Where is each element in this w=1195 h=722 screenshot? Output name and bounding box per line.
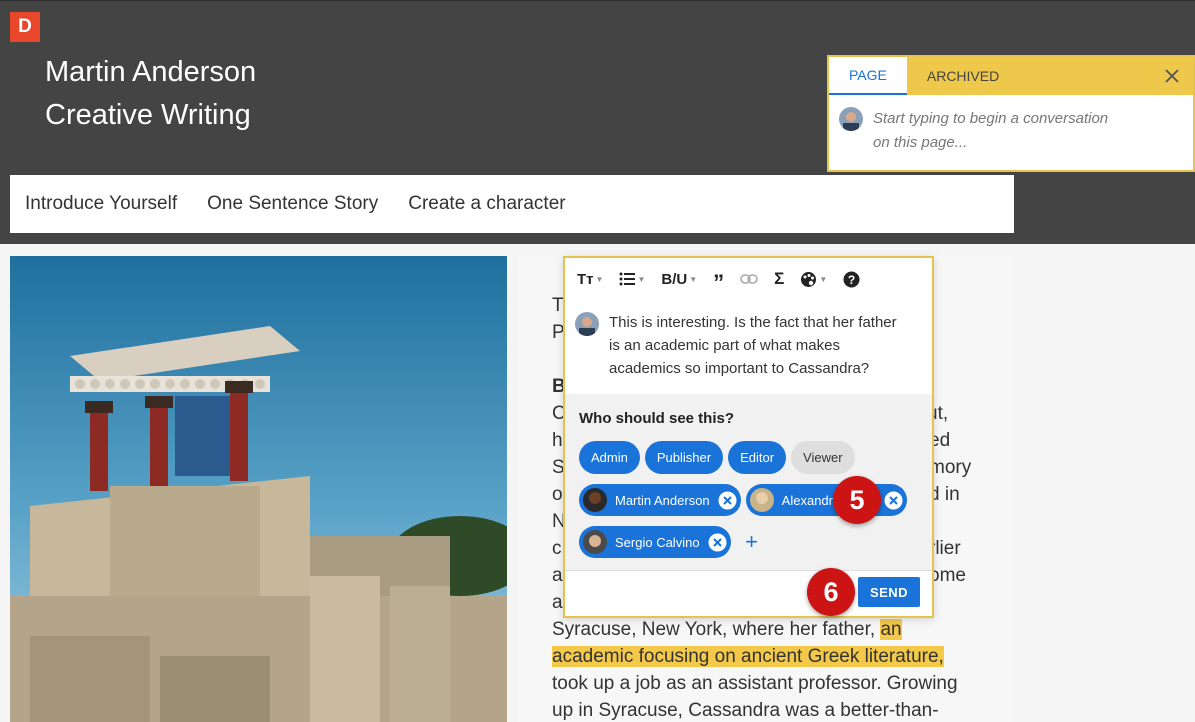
step-badge-5: 5: [833, 476, 881, 524]
role-chip-admin[interactable]: Admin: [579, 441, 640, 474]
link-icon[interactable]: [740, 267, 758, 291]
conversation-prompt[interactable]: Start typing to begin a conversation on …: [873, 107, 1108, 155]
remove-icon[interactable]: [884, 491, 903, 510]
commenter-avatar: [575, 312, 599, 336]
editor-toolbar: Tт ▼ ▼ B/U ▼ ” Σ ▼ ?: [565, 258, 932, 300]
nav-item-create-a-character[interactable]: Create a character: [408, 193, 565, 215]
svg-text:?: ?: [848, 273, 855, 287]
comment: This is interesting. Is the fact that he…: [565, 300, 932, 394]
comment-line: is an academic part of what makes: [609, 337, 840, 354]
role-chips: Admin Publisher Editor Viewer: [579, 441, 918, 474]
prompt-line: Start typing to begin a conversation: [873, 110, 1109, 127]
person-avatar: [583, 530, 607, 554]
nav-item-one-sentence-story[interactable]: One Sentence Story: [207, 193, 378, 215]
person-chip[interactable]: Sergio Calvino: [579, 526, 731, 558]
add-person-icon[interactable]: +: [736, 526, 768, 558]
conversation-panel: PAGE ARCHIVED Start typing to begin a co…: [827, 55, 1195, 172]
panel-tabs: PAGE ARCHIVED: [829, 57, 1193, 95]
bold-underline-icon[interactable]: B/U ▼: [661, 267, 697, 291]
panel-body: Start typing to begin a conversation on …: [829, 95, 1193, 167]
person-avatar: [749, 488, 774, 512]
person-chip[interactable]: Martin Anderson: [579, 484, 741, 516]
send-button[interactable]: SEND: [858, 577, 920, 607]
site-title-name: Martin Anderson: [45, 56, 257, 88]
palette-icon[interactable]: ▼: [800, 267, 827, 291]
site-title-course: Creative Writing: [45, 99, 251, 131]
step-badge-6: 6: [807, 568, 855, 616]
highlighted-text[interactable]: academic focusing on ancient Greek liter…: [552, 646, 944, 667]
logo[interactable]: D: [10, 12, 40, 42]
person-name: Sergio Calvino: [615, 534, 700, 550]
comment-popup: Tт ▼ ▼ B/U ▼ ” Σ ▼ ? This is interesting. …: [563, 256, 934, 618]
story-line: up in Syracuse, Cassandra was a better-t…: [552, 700, 939, 721]
highlighted-text[interactable]: an: [880, 619, 902, 640]
visibility-title: Who should see this?: [579, 410, 735, 427]
sigma-icon[interactable]: Σ: [774, 267, 784, 291]
role-chip-publisher[interactable]: Publisher: [644, 441, 724, 474]
role-chip-editor[interactable]: Editor: [728, 441, 787, 474]
person-chip[interactable]: Alexandr: [745, 484, 907, 516]
tab-page[interactable]: PAGE: [829, 57, 907, 95]
hero-photo: [10, 256, 507, 722]
course-nav: Introduce Yourself One Sentence Story Cr…: [10, 175, 1014, 233]
help-icon[interactable]: ?: [843, 267, 860, 291]
text-size-icon[interactable]: Tт ▼: [577, 267, 603, 291]
close-icon[interactable]: [1151, 57, 1193, 95]
story-line: took up a job as an assistant professor.…: [552, 673, 958, 694]
quote-icon[interactable]: ”: [713, 270, 724, 295]
tab-archived[interactable]: ARCHIVED: [907, 57, 1019, 95]
story-line: academic focusing on ancient Greek liter…: [552, 643, 982, 670]
remove-icon[interactable]: [718, 491, 737, 510]
person-avatar: [583, 488, 607, 512]
prompt-line: on this page...: [873, 134, 968, 151]
comment-line: academics so important to Cassandra?: [609, 360, 870, 377]
user-avatar: [839, 107, 863, 131]
story-line: Syracuse, New York, where her father, an: [552, 619, 902, 640]
comment-text: This is interesting. Is the fact that he…: [609, 311, 922, 394]
remove-icon[interactable]: [708, 533, 727, 552]
person-name: Alexandr: [781, 492, 833, 508]
role-chip-viewer[interactable]: Viewer: [791, 441, 855, 474]
list-icon[interactable]: ▼: [619, 267, 645, 291]
visibility-section: Who should see this? Admin Publisher Edi…: [565, 394, 932, 570]
site-title: Martin Anderson Creative Writing: [45, 51, 256, 137]
comment-line: This is interesting. Is the fact that he…: [609, 314, 897, 331]
person-name: Martin Anderson: [615, 492, 710, 508]
nav-item-introduce-yourself[interactable]: Introduce Yourself: [25, 193, 177, 215]
